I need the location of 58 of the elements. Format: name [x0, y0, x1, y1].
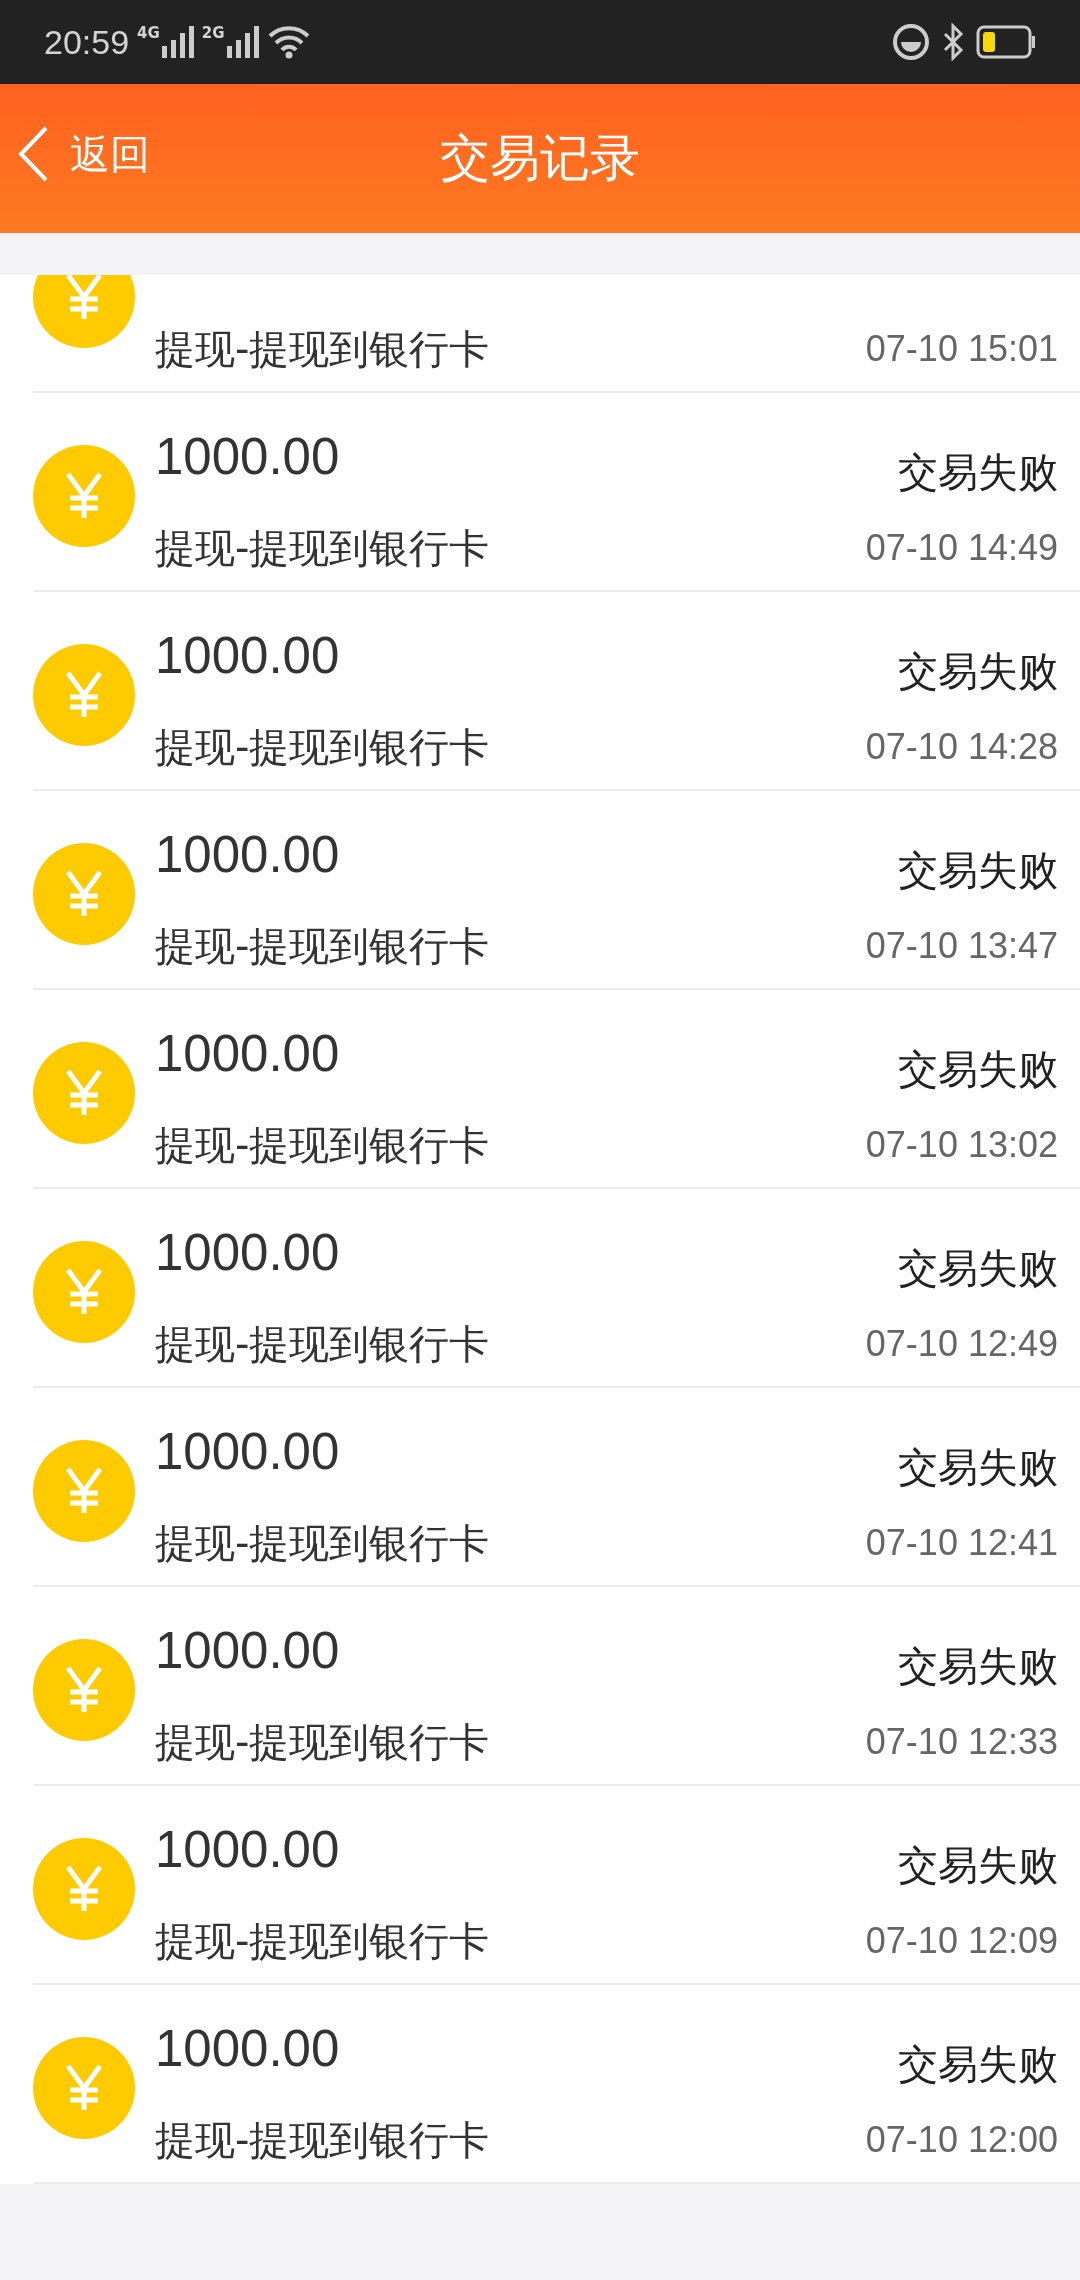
status-text: 交易失败 — [898, 1443, 1058, 1492]
record-row[interactable]: 1000.00 提现-提现到银行卡 交易失败 07-10 14:28 — [33, 592, 1080, 791]
record-row[interactable]: 提现-提现到银行卡 07-10 15:01 — [33, 275, 1080, 393]
record-description: 提现-提现到银行卡 — [155, 922, 490, 971]
record-description: 提现-提现到银行卡 — [155, 2116, 490, 2165]
record-description: 提现-提现到银行卡 — [155, 1519, 490, 1568]
status-text: 交易失败 — [898, 1642, 1058, 1691]
record-description: 提现-提现到银行卡 — [155, 524, 490, 573]
amount-text: 1000.00 — [155, 1822, 340, 1878]
record-row[interactable]: 1000.00 提现-提现到银行卡 交易失败 07-10 14:49 — [33, 393, 1080, 592]
network-type-label: 4G — [137, 26, 160, 41]
status-text: 交易失败 — [898, 846, 1058, 895]
record-description: 提现-提现到银行卡 — [155, 723, 490, 772]
record-time: 07-10 15:01 — [865, 327, 1058, 371]
bluetooth-icon — [942, 23, 964, 61]
record-row[interactable]: 1000.00 提现-提现到银行卡 交易失败 07-10 12:09 — [33, 1786, 1080, 1985]
status-circle-icon — [892, 23, 930, 61]
network-type-label: 2G — [201, 26, 225, 41]
record-time: 07-10 12:09 — [865, 1919, 1058, 1963]
record-time: 07-10 12:41 — [865, 1521, 1058, 1565]
signal-icon — [226, 26, 259, 58]
record-description: 提现-提现到银行卡 — [155, 1917, 490, 1966]
record-time: 07-10 13:02 — [865, 1123, 1058, 1167]
status-time: 20:59 — [44, 21, 130, 63]
wifi-icon — [266, 25, 311, 59]
status-text: 交易失败 — [898, 1244, 1058, 1293]
amount-text: 1000.00 — [155, 1424, 340, 1480]
record-time: 07-10 12:00 — [865, 2118, 1058, 2162]
record-row[interactable]: 1000.00 提现-提现到银行卡 交易失败 07-10 12:41 — [33, 1388, 1080, 1587]
record-time: 07-10 14:28 — [865, 725, 1058, 769]
record-row[interactable]: 1000.00 提现-提现到银行卡 交易失败 07-10 12:33 — [33, 1587, 1080, 1786]
amount-text: 1000.00 — [155, 628, 340, 684]
status-text: 交易失败 — [898, 647, 1058, 696]
amount-text: 1000.00 — [155, 1623, 340, 1679]
record-description: 提现-提现到银行卡 — [155, 1320, 490, 1369]
amount-text: 1000.00 — [155, 1026, 340, 1082]
battery-icon — [976, 25, 1036, 59]
record-description: 提现-提现到银行卡 — [155, 325, 490, 374]
amount-text: 1000.00 — [155, 827, 340, 883]
record-time: 07-10 13:47 — [865, 924, 1058, 968]
record-time: 07-10 12:49 — [865, 1322, 1058, 1366]
record-description: 提现-提现到银行卡 — [155, 1718, 490, 1767]
record-time: 07-10 12:33 — [865, 1720, 1058, 1764]
status-text: 交易失败 — [898, 1841, 1058, 1890]
record-row[interactable]: 1000.00 提现-提现到银行卡 交易失败 07-10 13:02 — [33, 990, 1080, 1189]
record-row[interactable]: 1000.00 提现-提现到银行卡 交易失败 07-10 12:00 — [33, 1985, 1080, 2184]
amount-text: 1000.00 — [155, 2021, 340, 2077]
record-row[interactable]: 1000.00 提现-提现到银行卡 交易失败 07-10 13:47 — [33, 791, 1080, 990]
status-text: 交易失败 — [898, 2040, 1058, 2089]
page-title: 交易记录 — [440, 128, 640, 189]
amount-text: 1000.00 — [155, 429, 340, 485]
status-text: 交易失败 — [898, 1045, 1058, 1094]
signal-icon — [161, 26, 194, 58]
record-description: 提现-提现到银行卡 — [155, 1121, 490, 1170]
record-time: 07-10 14:49 — [865, 526, 1058, 570]
status-text: 交易失败 — [898, 448, 1058, 497]
amount-text: 1000.00 — [155, 1225, 340, 1281]
record-row[interactable]: 1000.00 提现-提现到银行卡 交易失败 07-10 12:49 — [33, 1189, 1080, 1388]
